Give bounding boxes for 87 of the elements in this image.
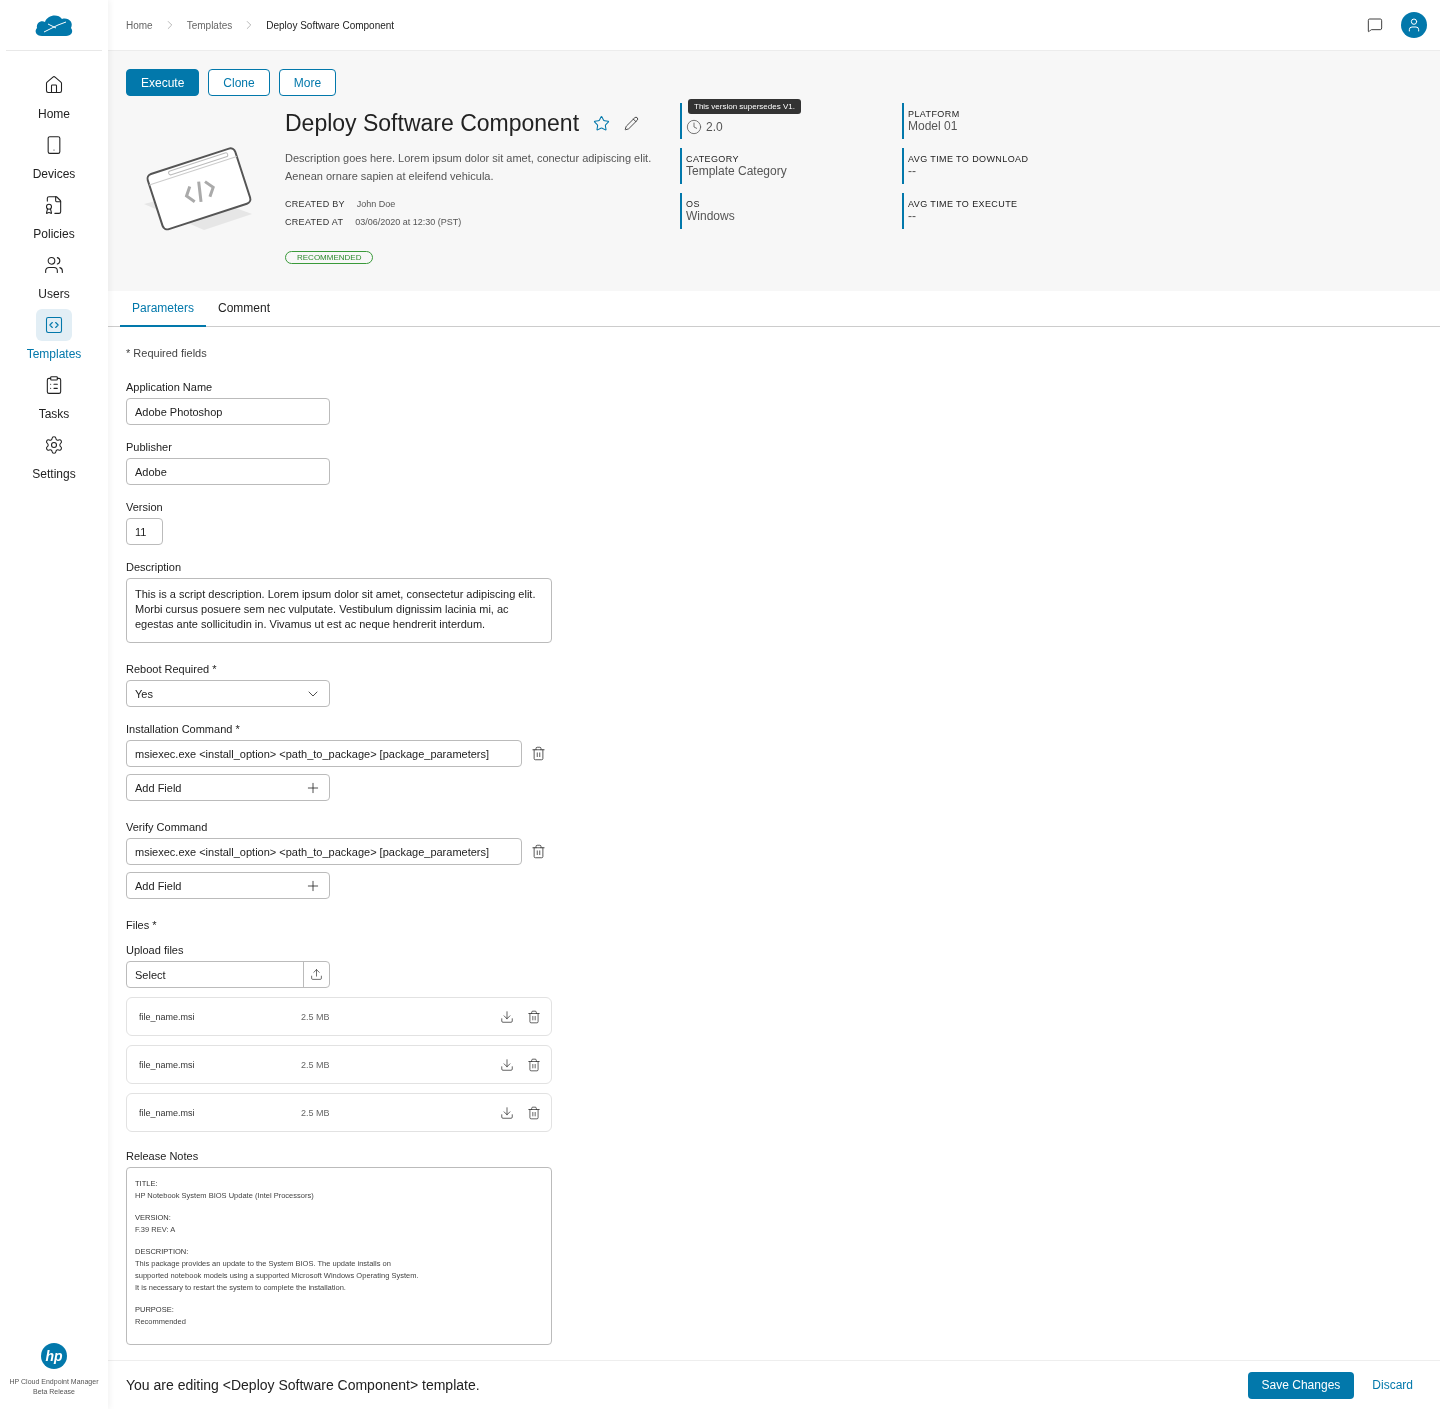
file-size: 2.5 MB	[301, 1059, 331, 1070]
field-label: Publisher	[126, 440, 173, 455]
file-size: 2.5 MB	[301, 1011, 331, 1022]
property-value: Template Category	[686, 164, 787, 178]
text-field[interactable]: 11	[126, 518, 163, 545]
user-avatar[interactable]	[1401, 12, 1427, 38]
property-label: OS	[686, 199, 701, 209]
file-name: file_name.msi	[139, 1059, 196, 1070]
meta-value: John Doe	[356, 198, 396, 211]
checklist-icon	[44, 375, 64, 395]
dropdown-field[interactable]: Yes	[126, 680, 330, 707]
nav-item[interactable]: Users	[0, 243, 108, 303]
download-icon[interactable]	[500, 1105, 514, 1120]
field-label: Installation Command *	[126, 722, 241, 737]
required-note: * Required fields	[126, 347, 208, 359]
delete-icon[interactable]	[531, 746, 546, 761]
action-button[interactable]: Clone	[208, 69, 270, 96]
field-label: Release Notes	[126, 1149, 200, 1164]
field-label: Application Name	[126, 380, 214, 395]
release-notes-field[interactable]	[126, 1167, 552, 1345]
nav-item[interactable]: Settings	[0, 423, 108, 483]
download-icon[interactable]	[500, 1057, 514, 1072]
breadcrumb-link[interactable]: Templates	[186, 19, 233, 31]
upload-field[interactable]: Select	[126, 961, 330, 988]
delete-icon[interactable]	[527, 1057, 541, 1072]
discard-link[interactable]: Discard	[1372, 1378, 1413, 1392]
file-size: 2.5 MB	[301, 1107, 331, 1118]
text-field[interactable]: Adobe	[126, 458, 330, 485]
file-name: file_name.msi	[139, 1011, 196, 1022]
field-label: Verify Command	[126, 820, 209, 835]
field-label: Description	[126, 560, 183, 575]
tab[interactable]: Parameters	[120, 291, 207, 327]
breadcrumb-link[interactable]: Deploy Software Component	[266, 19, 395, 31]
star-icon[interactable]	[593, 115, 611, 132]
delete-icon[interactable]	[531, 844, 546, 859]
users-icon	[44, 255, 64, 275]
nav-item[interactable]: Policies	[0, 183, 108, 243]
file-name: file_name.msi	[139, 1107, 196, 1118]
property-label: CATEGORY	[686, 154, 740, 164]
meta-label: CREATED BY	[285, 198, 345, 211]
chat-icon[interactable]	[1367, 17, 1383, 33]
nav-item[interactable]: Tasks	[0, 363, 108, 423]
field-label: Upload files	[126, 943, 185, 958]
field-label: Files *	[126, 918, 158, 933]
cloud-logo	[34, 12, 74, 38]
command-field[interactable]: msiexec.exe <install_option> <path_to_package> [package_parameters]	[126, 740, 522, 767]
meta-value: 03/06/2020 at 12:30 (PST)	[355, 216, 462, 229]
text-field[interactable]: Adobe Photoshop	[126, 398, 330, 425]
document-badge-icon	[44, 195, 64, 215]
nav-item[interactable]: Devices	[0, 123, 108, 183]
field-label: Reboot Required *	[126, 662, 218, 677]
field-label: Version	[126, 500, 164, 515]
property-label: AVG TIME TO EXECUTE	[908, 199, 1019, 209]
edit-icon[interactable]	[624, 116, 640, 131]
property-value: Model 01	[908, 119, 958, 133]
delete-icon[interactable]	[527, 1105, 541, 1120]
meta-label: CREATED AT	[285, 216, 344, 229]
home-icon	[44, 75, 64, 95]
action-button[interactable]: More	[278, 69, 337, 96]
add-field-button[interactable]: Add Field	[126, 872, 330, 899]
command-field[interactable]: msiexec.exe <install_option> <path_to_package> [package_parameters]	[126, 838, 522, 865]
tooltip: This version supersedes V1.	[688, 99, 801, 114]
save-changes-button[interactable]: Save Changes	[1247, 1371, 1355, 1399]
add-field-button[interactable]: Add Field	[126, 774, 330, 801]
nav-item[interactable]: Templates	[0, 303, 108, 363]
execute-button[interactable]: Execute	[126, 69, 200, 96]
editing-message: You are editing <Deploy Software Component> template.	[126, 1377, 480, 1393]
property-label: PLATFORM	[908, 109, 961, 119]
settings-icon	[44, 435, 64, 455]
property-value: --	[908, 209, 916, 223]
delete-icon[interactable]	[527, 1009, 541, 1024]
nav-item[interactable]: Home	[0, 63, 108, 123]
template-description: Description goes here. Lorem ipsum dolor sit amet, conectur adipiscing elit. Aenean ornare sapien at eleifend vehicula.	[285, 151, 653, 184]
property-value: 2.0	[706, 120, 723, 134]
property-label: AVG TIME TO DOWNLOAD	[908, 154, 1030, 164]
clock-icon	[686, 119, 702, 135]
breadcrumb-link[interactable]: Home	[126, 19, 153, 31]
code-window-icon	[44, 315, 64, 335]
hp-logo: hp	[41, 1343, 67, 1369]
property-value: --	[908, 164, 916, 178]
tab[interactable]: Comment	[206, 291, 283, 327]
user-icon	[1406, 17, 1422, 33]
template-title: Deploy Software Component	[285, 110, 580, 137]
description-field[interactable]: This is a script description. Lorem ipsum dolor sit amet, consectetur adipiscing elit. Morbi cursus posuere sem nec vulputate. Vestibulum dignissim lacinia mi, ac egestas ante sollicitudin in. Vivamus ut est ac neque hendrerit interdum.	[126, 578, 552, 643]
upload-icon	[310, 968, 323, 981]
download-icon[interactable]	[500, 1009, 514, 1024]
property-value: Windows	[686, 209, 735, 223]
